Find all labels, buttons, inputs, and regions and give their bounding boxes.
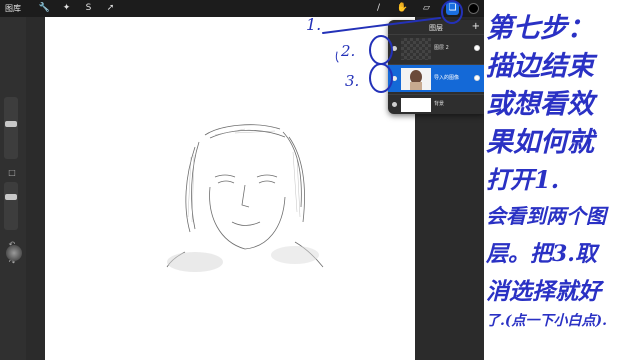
layer-select-dot[interactable]	[392, 46, 397, 51]
drawing-canvas[interactable]	[45, 17, 415, 360]
layers-panel-title: 图层	[429, 24, 443, 32]
note-line: 果如何就	[486, 127, 594, 158]
layer-row[interactable]: 背景	[388, 94, 484, 114]
step-1-label: 1.	[306, 15, 322, 34]
layer-name: 背景	[434, 101, 445, 107]
procreate-app: 图库 🔧 ✦ S ➚ / ✋ ▱ ❏ □ ↶ ↷	[0, 0, 484, 360]
note-line: 会看到两个图	[486, 204, 606, 228]
layers-icon[interactable]: ❏	[446, 2, 459, 15]
layer-row[interactable]: 导入的图像	[388, 64, 484, 92]
add-layer-button[interactable]: +	[472, 21, 480, 32]
note-line: 或想看效	[486, 89, 594, 120]
smudge-icon[interactable]: ✋	[396, 2, 409, 15]
layer-thumbnail	[401, 98, 431, 112]
selection-icon[interactable]: S	[82, 2, 95, 15]
layers-panel: 图层 + 图层 2 导入的图像 背景	[388, 20, 484, 114]
note-line: 层。把3.取	[486, 241, 597, 267]
layer-row[interactable]: 图层 2	[388, 34, 484, 62]
wrench-icon[interactable]: 🔧	[38, 2, 51, 15]
layer-name: 导入的图像	[434, 75, 460, 81]
note-line: 消选择就好	[486, 278, 601, 305]
brush-icon[interactable]: /	[372, 2, 385, 15]
note-line: 第七步：	[486, 13, 594, 44]
layer-thumbnail	[401, 68, 431, 90]
photo-thumbnail-icon	[410, 70, 422, 90]
modify-button[interactable]: □	[6, 167, 18, 179]
left-sidebar: □ ↶ ↷	[0, 17, 26, 360]
transform-arrow-icon[interactable]: ➚	[104, 2, 117, 15]
brush-size-knob[interactable]	[5, 121, 17, 127]
note-line: 打开1.	[486, 165, 560, 194]
layer-name: 图层 2	[434, 45, 449, 51]
top-toolbar: 图库 🔧 ✦ S ➚ / ✋ ▱ ❏	[0, 0, 484, 17]
eraser-icon[interactable]: ▱	[420, 2, 433, 15]
opacity-knob[interactable]	[5, 194, 17, 200]
handwritten-notes: 第七步： 描边结束 或想看效 果如何就 打开1. 会看到两个图 层。把3.取 消…	[486, 4, 638, 356]
note-line: 描边结束	[486, 51, 594, 82]
note-line: 了.(点一下小白点).	[486, 313, 607, 329]
gallery-button[interactable]: 图库	[5, 3, 21, 14]
opacity-slider[interactable]	[4, 182, 18, 230]
step-2-label: 2.	[341, 42, 356, 60]
touch-indicator	[6, 245, 22, 261]
brush-size-slider[interactable]	[4, 97, 18, 159]
step-3-label: 3.	[345, 72, 360, 90]
magic-wand-icon[interactable]: ✦	[60, 2, 73, 15]
visibility-checkbox[interactable]	[474, 75, 480, 81]
visibility-checkbox[interactable]	[474, 45, 480, 51]
layer-select-dot[interactable]	[392, 76, 397, 81]
color-icon[interactable]	[468, 3, 479, 14]
sketch-drawing	[166, 124, 324, 272]
layer-thumbnail	[401, 38, 431, 60]
layer-select-dot[interactable]	[392, 102, 397, 107]
